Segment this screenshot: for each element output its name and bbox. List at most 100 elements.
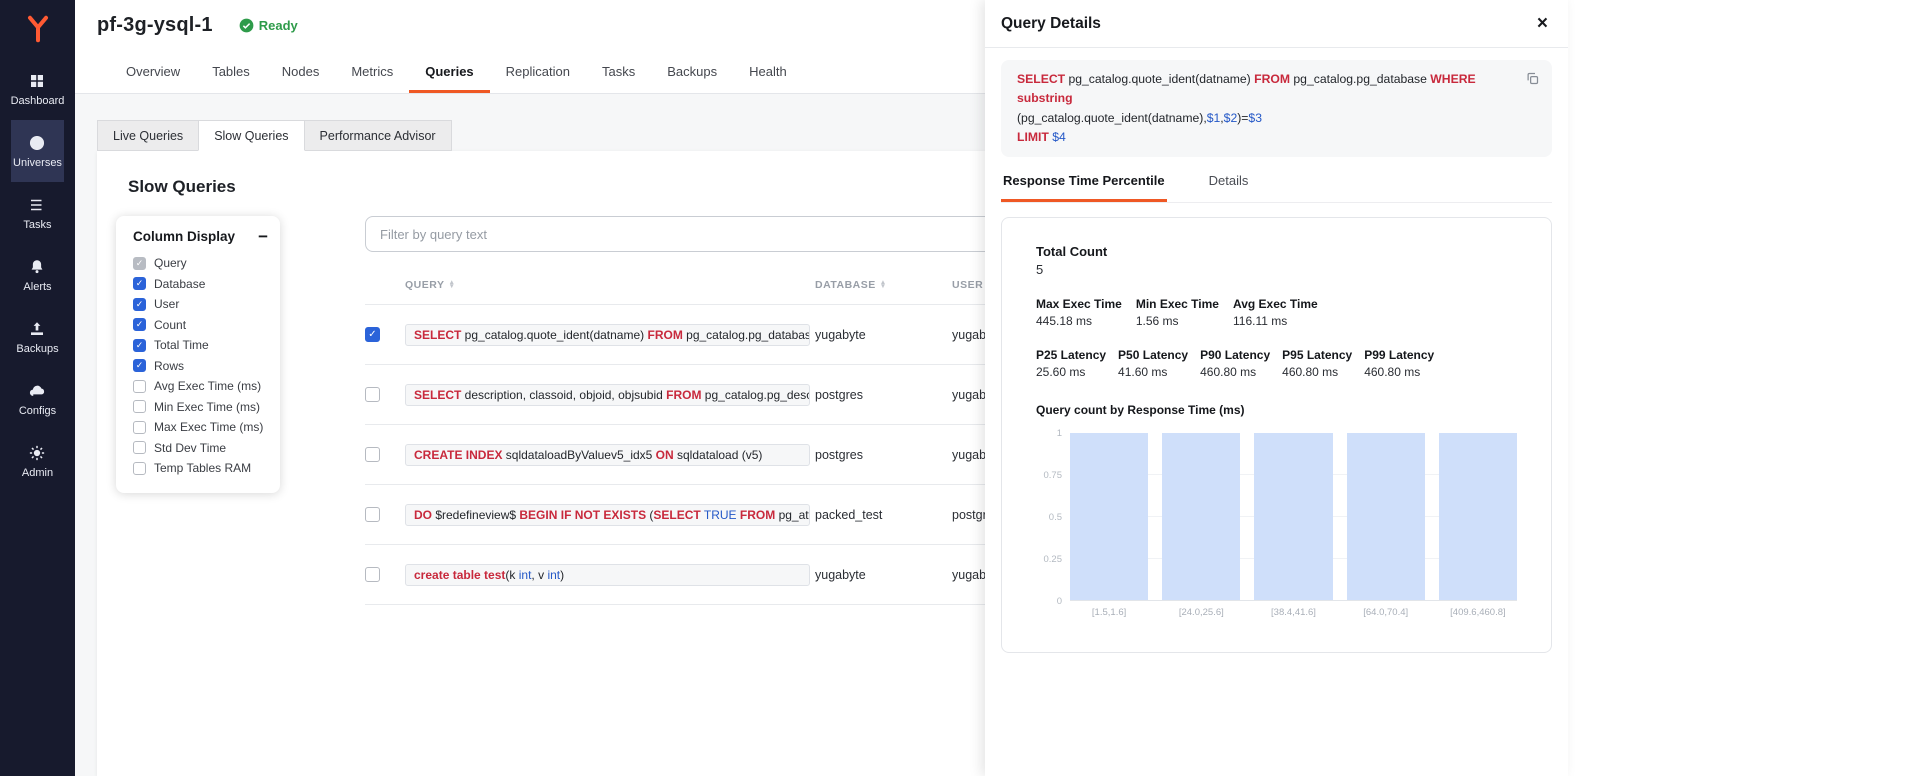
stat-avg-exec-time: Avg Exec Time116.11 ms [1233,297,1318,328]
table-row[interactable]: SELECT description, classoid, objoid, ob… [365,365,985,425]
universes-icon [28,134,46,152]
stat-max-exec-time: Max Exec Time445.18 ms [1036,297,1122,328]
chart-bar [1347,433,1425,600]
checkbox[interactable] [133,380,146,393]
sidebar-item-label: Tasks [23,219,51,231]
dashboard-icon [28,72,46,90]
stat-p95-latency: P95 Latency460.80 ms [1282,348,1352,379]
column-option-count[interactable]: ✓Count [116,315,280,336]
tab-health[interactable]: Health [733,50,803,93]
sidebar-item-label: Alerts [23,281,51,293]
backups-icon [28,320,46,338]
sidebar-item-tasks[interactable]: Tasks [11,182,65,244]
tab-replication[interactable]: Replication [490,50,586,93]
tab-backups[interactable]: Backups [651,50,733,93]
column-option-rows[interactable]: ✓Rows [116,356,280,377]
sql-statement-box: SELECT pg_catalog.quote_ident(datname) F… [1001,60,1552,157]
tab-queries[interactable]: Queries [409,50,489,93]
column-display-card: Column Display − ✓Query✓Database✓User✓Co… [116,216,280,493]
row-select-cell [365,447,405,462]
column-header-query[interactable]: QUERY ▲▼ [405,279,815,291]
subtab-performance-advisor[interactable]: Performance Advisor [304,120,452,151]
table-row[interactable]: ✓SELECT pg_catalog.quote_ident(datname) … [365,305,985,365]
admin-gear-icon [28,444,46,462]
column-option-temp-tables-ram[interactable]: Temp Tables RAM [116,458,280,479]
tab-tasks[interactable]: Tasks [586,50,651,93]
tab-metrics[interactable]: Metrics [335,50,409,93]
column-header-user[interactable]: USER▲▼ [952,279,985,291]
row-checkbox[interactable] [365,567,380,582]
checkbox[interactable]: ✓ [133,277,146,290]
sidebar-item-backups[interactable]: Backups [11,306,65,368]
row-checkbox[interactable] [365,507,380,522]
column-header-label: QUERY [405,279,444,291]
details-tab-details[interactable]: Details [1207,173,1251,202]
row-checkbox[interactable] [365,447,380,462]
yugabyte-logo[interactable] [18,9,58,49]
checkbox[interactable] [133,421,146,434]
stat-label: Max Exec Time [1036,297,1122,311]
close-icon[interactable]: × [1537,14,1548,33]
user-cell: yugabyte [952,328,985,342]
query-filter-input[interactable] [365,216,985,252]
row-select-cell [365,507,405,522]
sidebar-item-configs[interactable]: Configs [11,368,65,430]
sort-arrows-icon[interactable]: ▲▼ [880,281,887,289]
column-option-user[interactable]: ✓User [116,294,280,315]
queries-subtabs: Live QueriesSlow QueriesPerformance Advi… [97,120,985,151]
table-row[interactable]: CREATE INDEX sqldataloadByValuev5_idx5 O… [365,425,985,485]
subtab-live-queries[interactable]: Live Queries [97,120,199,151]
checkbox[interactable]: ✓ [133,359,146,372]
stat-value: 460.80 ms [1364,365,1434,379]
checkbox[interactable] [133,462,146,475]
query-details-title: Query Details [1001,15,1101,33]
column-option-database[interactable]: ✓ Database [116,274,280,295]
stat-value: 460.80 ms [1200,365,1270,379]
sidebar-item-dashboard[interactable]: Dashboard [11,58,65,120]
check-circle-icon [239,18,254,33]
column-option-avg-exec-time-ms[interactable]: Avg Exec Time (ms) [116,376,280,397]
row-checkbox[interactable] [365,387,380,402]
y-tick-label: 0.5 [1049,512,1062,523]
chart-bar [1439,433,1517,600]
column-option-std-dev-time[interactable]: Std Dev Time [116,438,280,459]
column-header-database[interactable]: DATABASE ▲▼ [815,279,952,291]
column-option-min-exec-time-ms[interactable]: Min Exec Time (ms) [116,397,280,418]
chart-x-axis: [1.5,1.6][24.0,25.6][38.4,41.6][64.0,70.… [1070,607,1517,618]
tab-overview[interactable]: Overview [110,50,196,93]
sidebar-item-label: Dashboard [11,95,65,107]
sidebar-item-universes[interactable]: Universes [11,120,65,182]
sidebar-item-label: Admin [22,467,53,479]
table-row[interactable]: create table test(k int, v int)yugabytey… [365,545,985,605]
details-tab-response-time-percentile[interactable]: Response Time Percentile [1001,173,1167,202]
checkbox[interactable]: ✓ [133,318,146,331]
stat-label: P25 Latency [1036,348,1106,362]
tab-tables[interactable]: Tables [196,50,266,93]
sidebar-item-label: Backups [16,343,58,355]
column-header-label: DATABASE [815,279,876,291]
checkbox[interactable] [133,441,146,454]
column-header-label: USER [952,279,983,291]
collapse-icon[interactable]: − [258,228,268,245]
subtab-slow-queries[interactable]: Slow Queries [198,120,304,151]
universe-header: pf-3g-ysql-1 Ready [75,0,985,50]
row-checkbox[interactable]: ✓ [365,327,380,342]
column-option-label: Query [154,256,187,270]
column-option-total-time[interactable]: ✓Total Time [116,335,280,356]
column-option-max-exec-time-ms[interactable]: Max Exec Time (ms) [116,417,280,438]
x-tick-label: [24.0,25.6] [1162,607,1240,618]
sort-arrows-icon[interactable]: ▲▼ [448,281,455,289]
sidebar-item-alerts[interactable]: Alerts [11,244,65,306]
checkbox[interactable]: ✓ [133,298,146,311]
column-option-label: Database [154,277,205,291]
checkbox[interactable]: ✓ [133,339,146,352]
chart-title: Query count by Response Time (ms) [1036,403,1517,417]
y-tick-label: 1 [1057,428,1062,439]
tab-nodes[interactable]: Nodes [266,50,336,93]
sidebar-item-admin[interactable]: Admin [11,430,65,492]
table-row[interactable]: DO $redefineview$ BEGIN IF NOT EXISTS (S… [365,485,985,545]
copy-icon[interactable] [1523,69,1542,88]
checkbox[interactable] [133,400,146,413]
query-cell: create table test(k int, v int) [405,564,815,586]
stat-value: 41.60 ms [1118,365,1188,379]
